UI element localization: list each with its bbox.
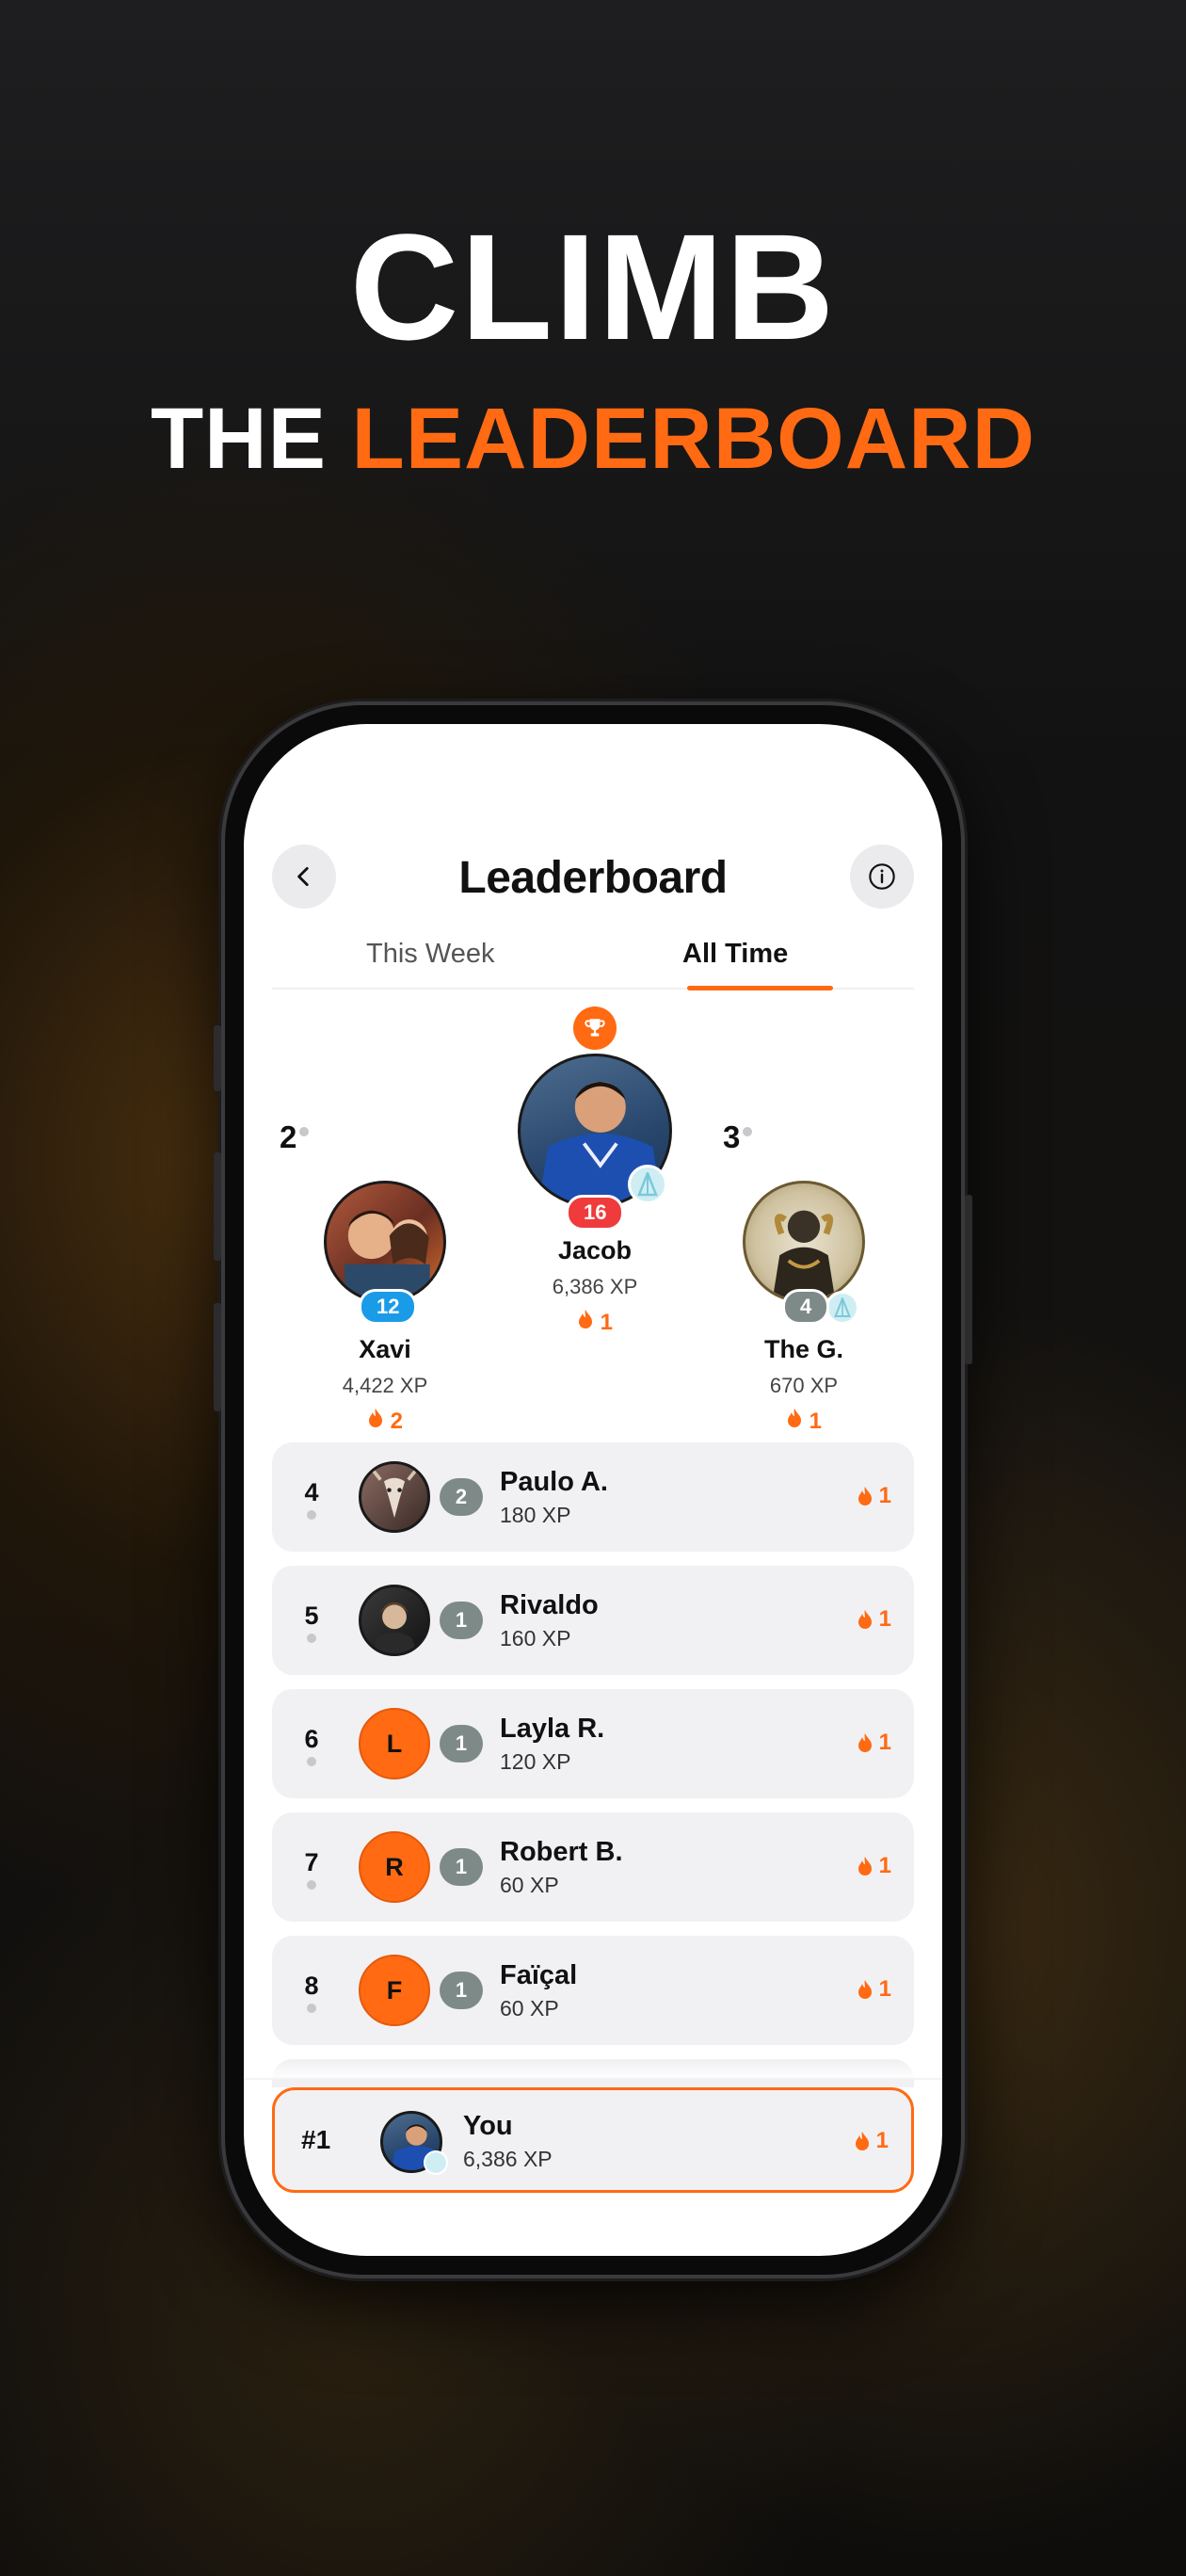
current-user-name: You [463,2111,513,2141]
avatar-initial: F [359,1955,430,2026]
podium-name: Xavi [359,1335,411,1363]
streak: 1 [857,1606,891,1633]
podium-name: Jacob [557,1236,633,1264]
avatar [359,1461,430,1533]
level-badge: 16 [566,1195,625,1231]
streak: 1 [857,1730,891,1756]
phone-side-button [214,1152,221,1261]
row-xp: 120 XP [500,1749,571,1774]
level-badge: 4 [782,1289,830,1325]
app-screen: Leaderboard This Week All Time 2 12 Xavi… [244,724,942,2256]
streak: 1 [857,1853,891,1879]
podium-second[interactable]: 12 Xavi 4,422 XP 2 [296,1138,474,1435]
podium-third[interactable]: 4 The G. 670 XP 1 [714,1138,893,1435]
phone-side-button [965,1195,972,1364]
level-badge: 12 [359,1289,418,1325]
row-xp: 180 XP [500,1503,571,1527]
info-button[interactable] [850,845,914,909]
promo-headline: CLIMB [349,202,837,371]
promo-sub-prefix: THE [150,391,352,487]
avatar [359,1585,430,1656]
trophy-icon [585,1019,605,1037]
flame-icon [787,1409,801,1427]
avatar [743,1181,865,1303]
podium-xp: 4,422 XP [342,1374,428,1397]
row-name: Robert B. [500,1837,623,1867]
row-rank: 8 [304,1972,319,2000]
leaderboard-row[interactable]: 5 1 Rivaldo 160 XP 1 [272,1566,914,1675]
promo-sub-accent: LEADERBOARD [351,391,1036,487]
flame-icon [857,1610,872,1629]
leaderboard-row[interactable]: 8 F 1 Faïçal 60 XP 1 [272,1936,914,2045]
current-user-row[interactable]: #1 You 6,386 XP 1 [272,2087,914,2193]
podium-xp: 6,386 XP [552,1275,638,1298]
streak: 1 [714,1408,893,1435]
promo-subline: THE LEADERBOARD [0,395,1186,482]
rank-dot [307,1634,316,1643]
flame-icon [855,2132,869,2150]
tab-bar: This Week All Time [272,931,914,990]
level-badge: 1 [440,1972,483,2009]
flame-icon [857,1733,872,1752]
current-user-xp: 6,386 XP [463,2147,553,2171]
tab-this-week[interactable]: This Week [366,939,494,970]
avatar-initial: R [359,1831,430,1903]
active-tab-indicator [687,986,833,990]
flame-icon [578,1310,592,1328]
row-xp: 60 XP [500,1873,559,1897]
phone-side-button [214,1303,221,1411]
row-name: Faïçal [500,1960,578,1990]
league-icon [825,1291,859,1325]
flame-icon [857,1857,872,1876]
leaderboard-row[interactable]: 7 R 1 Robert B. 60 XP 1 [272,1812,914,1922]
divider [244,2078,942,2080]
podium-name: The G. [763,1335,843,1363]
row-name: Paulo A. [500,1467,608,1497]
podium: 2 12 Xavi 4,422 XP 2 16 Jacob 6,386 XP 1… [244,1006,942,1434]
streak: 1 [857,1483,891,1509]
podium-xp: 670 XP [769,1374,839,1397]
league-icon [424,2150,448,2175]
avatar-initial: L [359,1708,430,1779]
level-badge: 2 [440,1478,483,1516]
flame-icon [857,1487,872,1505]
row-rank: 4 [304,1478,319,1506]
streak: 1 [857,1976,891,2003]
row-name: Rivaldo [500,1590,599,1620]
flame-icon [368,1409,382,1427]
rank-dot [307,1880,316,1890]
row-xp: 60 XP [500,1996,559,2021]
level-badge: 1 [440,1725,483,1763]
rank-dot [307,2004,316,2013]
row-rank: 7 [304,1848,319,1876]
row-rank: 5 [304,1602,319,1630]
row-xp: 160 XP [500,1626,571,1650]
avatar [324,1181,446,1303]
trophy-badge [573,1006,617,1050]
row-name: Layla R. [500,1714,605,1744]
level-badge: 1 [440,1602,483,1639]
tab-all-time[interactable]: All Time [682,939,788,970]
streak: 2 [296,1408,474,1435]
level-badge: 1 [440,1848,483,1886]
rank-dot [307,1510,316,1520]
streak: 1 [505,1309,684,1336]
league-icon [628,1165,667,1204]
streak: 1 [854,2128,889,2154]
leaderboard-list: 4 2 Paulo A. 180 XP 1 5 1 Rivaldo 160 XP… [272,1442,914,2101]
current-user-rank: #1 [301,2125,331,2154]
podium-first[interactable]: 16 Jacob 6,386 XP 1 [505,1054,684,1336]
flame-icon [857,1980,872,1999]
rank-dot [307,1757,316,1766]
info-icon [869,863,895,890]
phone-frame: Leaderboard This Week All Time 2 12 Xavi… [214,701,972,2278]
leaderboard-row[interactable]: 6 L 1 Layla R. 120 XP 1 [272,1689,914,1798]
row-rank: 6 [304,1725,319,1753]
list-fade [244,2061,942,2080]
top-bar: Leaderboard [244,845,942,910]
leaderboard-row[interactable]: 4 2 Paulo A. 180 XP 1 [272,1442,914,1552]
page-title: Leaderboard [458,853,728,903]
phone-side-button [214,1025,221,1091]
